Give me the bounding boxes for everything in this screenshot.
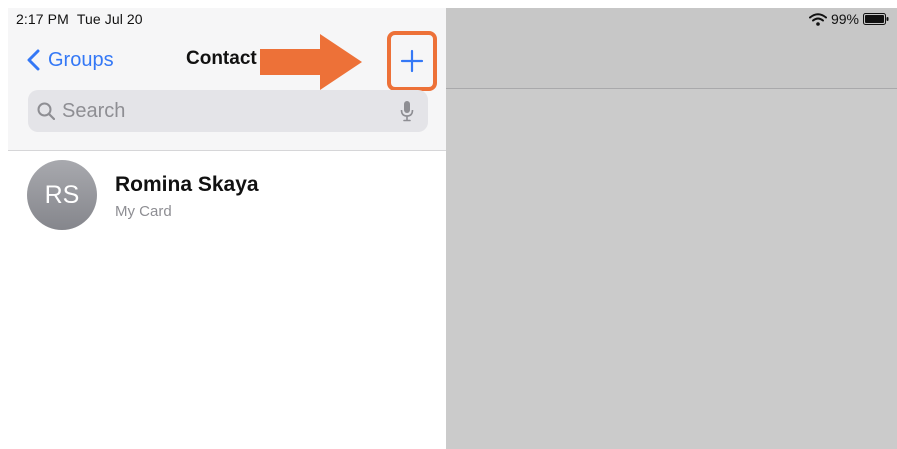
plus-icon <box>400 49 424 73</box>
add-contact-button[interactable] <box>387 31 437 91</box>
back-label: Groups <box>48 48 114 71</box>
ipad-screen: 2:17 PM Tue Jul 20 Groups Contact Search… <box>8 8 897 449</box>
status-time: 2:17 PM <box>16 11 69 27</box>
avatar: RS <box>27 160 97 230</box>
status-bar-left: 2:17 PM Tue Jul 20 <box>16 11 143 27</box>
contacts-header: 2:17 PM Tue Jul 20 Groups Contact <box>8 8 446 151</box>
wifi-icon <box>808 12 827 26</box>
status-date: Tue Jul 20 <box>76 11 143 27</box>
microphone-icon[interactable] <box>400 100 414 122</box>
battery-percent: 99% <box>830 11 859 27</box>
search-icon <box>37 102 55 120</box>
back-button[interactable]: Groups <box>26 48 114 72</box>
battery-icon <box>863 13 889 25</box>
list-item[interactable]: RS Romina Skaya My Card <box>8 158 446 234</box>
search-bar[interactable] <box>28 90 428 132</box>
page-title: Contact <box>186 48 257 69</box>
arrow-right-icon <box>260 34 362 90</box>
status-bar-right: 99% <box>808 11 889 27</box>
detail-header: 99% <box>446 8 897 89</box>
contact-subtitle: My Card <box>115 203 172 220</box>
contact-name: Romina Skaya <box>115 173 259 196</box>
chevron-left-icon <box>27 49 40 71</box>
contacts-list-pane: 2:17 PM Tue Jul 20 Groups Contact Search… <box>8 8 446 449</box>
search-input[interactable] <box>62 100 382 123</box>
contact-detail-pane: 99% <box>446 8 897 449</box>
